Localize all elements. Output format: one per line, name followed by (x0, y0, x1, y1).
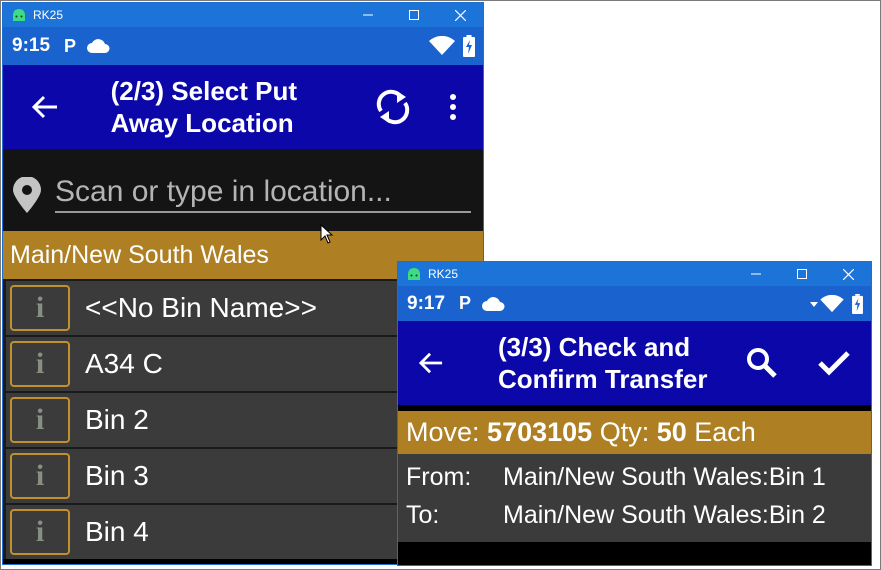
info-icon[interactable]: i (10, 285, 70, 331)
info-icon[interactable]: i (10, 453, 70, 499)
parking-notification-icon: P (64, 35, 77, 56)
to-row: To: Main/New South Wales:Bin 2 (406, 496, 871, 534)
from-row: From: Main/New South Wales:Bin 1 (406, 458, 871, 496)
transfer-details: From: Main/New South Wales:Bin 1 To: Mai… (398, 454, 871, 542)
battery-icon (852, 293, 863, 314)
bin-name: Bin 2 (85, 404, 149, 435)
minimize-icon[interactable] (345, 3, 391, 27)
back-button[interactable] (3, 65, 87, 149)
checkmark-icon (818, 351, 850, 376)
window-title: RK25 (33, 8, 64, 22)
more-options-button[interactable] (423, 77, 483, 137)
move-unit: Each (694, 417, 756, 447)
mouse-cursor-icon (320, 224, 334, 244)
refresh-button[interactable] (364, 77, 424, 137)
minimize-icon[interactable] (733, 262, 779, 286)
info-icon[interactable]: i (10, 509, 70, 555)
move-qty: 50 (656, 417, 687, 447)
page-title-line2: Confirm Transfer (498, 364, 708, 394)
back-button[interactable] (398, 321, 464, 405)
page-title: (3/3) Check and Confirm Transfer (498, 331, 728, 396)
qty-label: Qty: (599, 417, 650, 447)
maximize-icon[interactable] (391, 3, 437, 27)
from-label: From: (406, 462, 472, 491)
cloud-icon (482, 296, 505, 311)
bin-name: <<No Bin Name>> (85, 292, 317, 323)
move-summary: Move: 5703105 Qty: 50 Each (398, 411, 871, 454)
refresh-icon (377, 89, 410, 125)
location-input[interactable] (55, 173, 471, 213)
close-icon[interactable] (825, 262, 871, 286)
move-label: Move: (406, 417, 480, 447)
window-titlebar[interactable]: RK25 (3, 3, 483, 27)
to-value: Main/New South Wales:Bin 2 (503, 500, 826, 529)
bin-name: Bin 4 (85, 516, 149, 547)
app-bar: (2/3) Select Put Away Location (3, 65, 483, 149)
info-icon[interactable]: i (10, 341, 70, 387)
bin-name: A34 C (85, 348, 163, 379)
cloud-icon (87, 39, 110, 53)
close-icon[interactable] (437, 3, 483, 27)
more-vert-icon (450, 94, 457, 120)
from-value: Main/New South Wales:Bin 1 (503, 462, 826, 491)
android-status-bar: 9:15 P (3, 27, 483, 65)
page-title-line1: (2/3) Select Put (110, 75, 298, 106)
page-title: (2/3) Select Put Away Location (111, 75, 360, 140)
page-title-line1: (3/3) Check and (498, 331, 691, 362)
parking-notification-icon: P (459, 293, 472, 313)
info-icon[interactable]: i (10, 397, 70, 443)
search-button[interactable] (732, 333, 792, 393)
signal-arrow-icon (810, 301, 818, 307)
location-pin-icon (13, 177, 41, 213)
back-arrow-icon (418, 352, 443, 374)
bin-name: Bin 3 (85, 460, 149, 491)
window-title: RK25 (428, 267, 459, 281)
wifi-icon (429, 36, 455, 55)
status-time: 9:17 (407, 292, 446, 314)
android-icon (408, 268, 420, 280)
confirm-button[interactable] (804, 333, 864, 393)
app-bar: (3/3) Check and Confirm Transfer (398, 321, 871, 405)
window-confirm-transfer: RK25 9:17 P (3/3) Check and Confirm Tran… (397, 261, 872, 566)
android-icon (13, 9, 25, 21)
battery-icon (463, 35, 475, 57)
page-title-line2: Away Location (110, 108, 294, 138)
maximize-icon[interactable] (779, 262, 825, 286)
to-label: To: (406, 500, 440, 529)
back-arrow-icon (31, 95, 57, 119)
location-search-area (3, 149, 483, 231)
wifi-icon (820, 294, 844, 312)
window-titlebar[interactable]: RK25 (398, 262, 871, 286)
android-status-bar: 9:17 P (398, 286, 871, 321)
move-item: 5703105 (487, 417, 593, 447)
search-icon (747, 348, 777, 378)
status-time: 9:15 (12, 35, 51, 56)
